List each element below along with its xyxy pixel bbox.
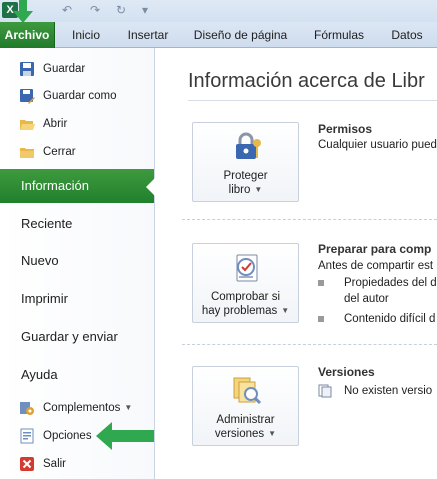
nav-item-open[interactable]: Abrir	[0, 112, 154, 136]
open-folder-icon	[20, 120, 35, 130]
dropdown-caret-icon: ▼	[281, 306, 290, 315]
bullet-text: Contenido difícil d	[344, 313, 436, 325]
nav-item-close[interactable]: Cerrar	[0, 140, 154, 164]
ribbon-tabs: Archivo Inicio Insertar Diseño de página…	[0, 22, 437, 48]
nav-item-label: Guardar como	[43, 90, 117, 102]
tab-insert[interactable]: Insertar	[118, 22, 178, 48]
lock-key-icon	[236, 132, 261, 159]
dropdown-caret-icon: ▼	[254, 185, 263, 194]
exit-icon	[20, 457, 34, 471]
bullet-icon	[318, 280, 324, 286]
dropdown-caret-icon: ▼	[268, 429, 277, 438]
button-label-line: libro ▼	[228, 184, 263, 196]
annotation-arrow-down-icon	[13, 0, 33, 23]
section-title-versions: Versiones	[318, 365, 375, 379]
nav-item-save-as[interactable]: Guardar como	[0, 84, 154, 108]
nav-item-info[interactable]: Información	[0, 169, 154, 203]
manage-versions-button[interactable]: Administrar versiones ▼	[192, 366, 299, 446]
nav-item-addins[interactable]: Complementos ▼	[0, 396, 154, 420]
section-text-versions: No existen versio	[344, 385, 433, 397]
tab-home[interactable]: Inicio	[57, 22, 115, 48]
bullet-text: Propiedades del d	[344, 277, 437, 289]
tab-page-layout[interactable]: Diseño de página	[183, 22, 298, 48]
active-item-pointer	[146, 177, 156, 197]
tab-formulas[interactable]: Fórmulas	[303, 22, 375, 48]
excel-backstage-window: X ↶ ↷ ↻ ▾ Archivo Inicio Insertar Diseño…	[0, 0, 437, 479]
check-for-issues-button[interactable]: Comprobar si hay problemas ▼	[192, 243, 299, 323]
button-label-line: Comprobar si	[210, 291, 281, 303]
customize-toolbar-icon[interactable]: ▾	[138, 3, 152, 17]
section-text-prepare-share: Antes de compartir est	[318, 260, 434, 272]
button-label-line: versiones ▼	[214, 428, 277, 440]
info-panel: Información acerca de Libr Proteger libr…	[156, 48, 437, 479]
section-text-permissions: Cualquier usuario pued	[318, 139, 437, 151]
button-label-line: hay problemas ▼	[201, 305, 290, 317]
close-folder-icon	[20, 148, 34, 158]
title-divider	[188, 100, 437, 101]
redo-icon[interactable]: ↷	[88, 3, 102, 17]
nav-item-label: Opciones	[43, 430, 92, 442]
button-label-line: Proteger	[223, 170, 268, 182]
inspect-document-icon	[236, 254, 258, 282]
nav-item-exit[interactable]: Salir	[0, 452, 154, 476]
nav-item-new[interactable]: Nuevo	[0, 244, 154, 278]
nav-item-recent[interactable]: Reciente	[0, 207, 154, 241]
nav-item-print[interactable]: Imprimir	[0, 282, 154, 316]
bullet-icon	[318, 316, 324, 322]
manage-versions-icon	[233, 377, 262, 405]
bullet-text: del autor	[344, 293, 389, 305]
refresh-icon[interactable]: ↻	[114, 3, 128, 17]
quick-access-toolbar: X ↶ ↷ ↻ ▾	[0, 0, 437, 22]
section-title-permissions: Permisos	[318, 122, 373, 136]
dropdown-caret-icon: ▼	[124, 403, 133, 412]
save-icon	[20, 62, 34, 76]
nav-item-label: Guardar	[43, 63, 86, 75]
versions-document-icon	[318, 384, 332, 398]
addins-icon	[20, 402, 34, 415]
protect-workbook-button[interactable]: Proteger libro ▼	[192, 122, 299, 202]
options-icon	[20, 428, 34, 444]
nav-item-help[interactable]: Ayuda	[0, 358, 154, 392]
section-divider	[182, 219, 437, 220]
nav-item-label: Cerrar	[43, 146, 76, 158]
nav-item-label: Complementos	[43, 402, 121, 414]
tab-data[interactable]: Datos	[380, 22, 434, 48]
page-title: Información acerca de Libr	[188, 70, 425, 92]
nav-item-label: Abrir	[43, 118, 68, 130]
nav-item-save-and-send[interactable]: Guardar y enviar	[0, 320, 154, 354]
tab-file[interactable]: Archivo	[0, 22, 55, 48]
nav-item-save[interactable]: Guardar	[0, 57, 154, 81]
backstage-nav: Guardar Guardar como Abrir Cerrar Inform…	[0, 48, 155, 479]
section-divider	[182, 344, 437, 345]
undo-icon[interactable]: ↶	[60, 3, 74, 17]
save-as-icon	[20, 89, 35, 104]
annotation-arrow-left-icon	[96, 422, 154, 450]
button-label-line: Administrar	[216, 414, 275, 426]
section-title-prepare-share: Preparar para comp	[318, 242, 432, 256]
nav-item-label: Salir	[43, 458, 67, 470]
